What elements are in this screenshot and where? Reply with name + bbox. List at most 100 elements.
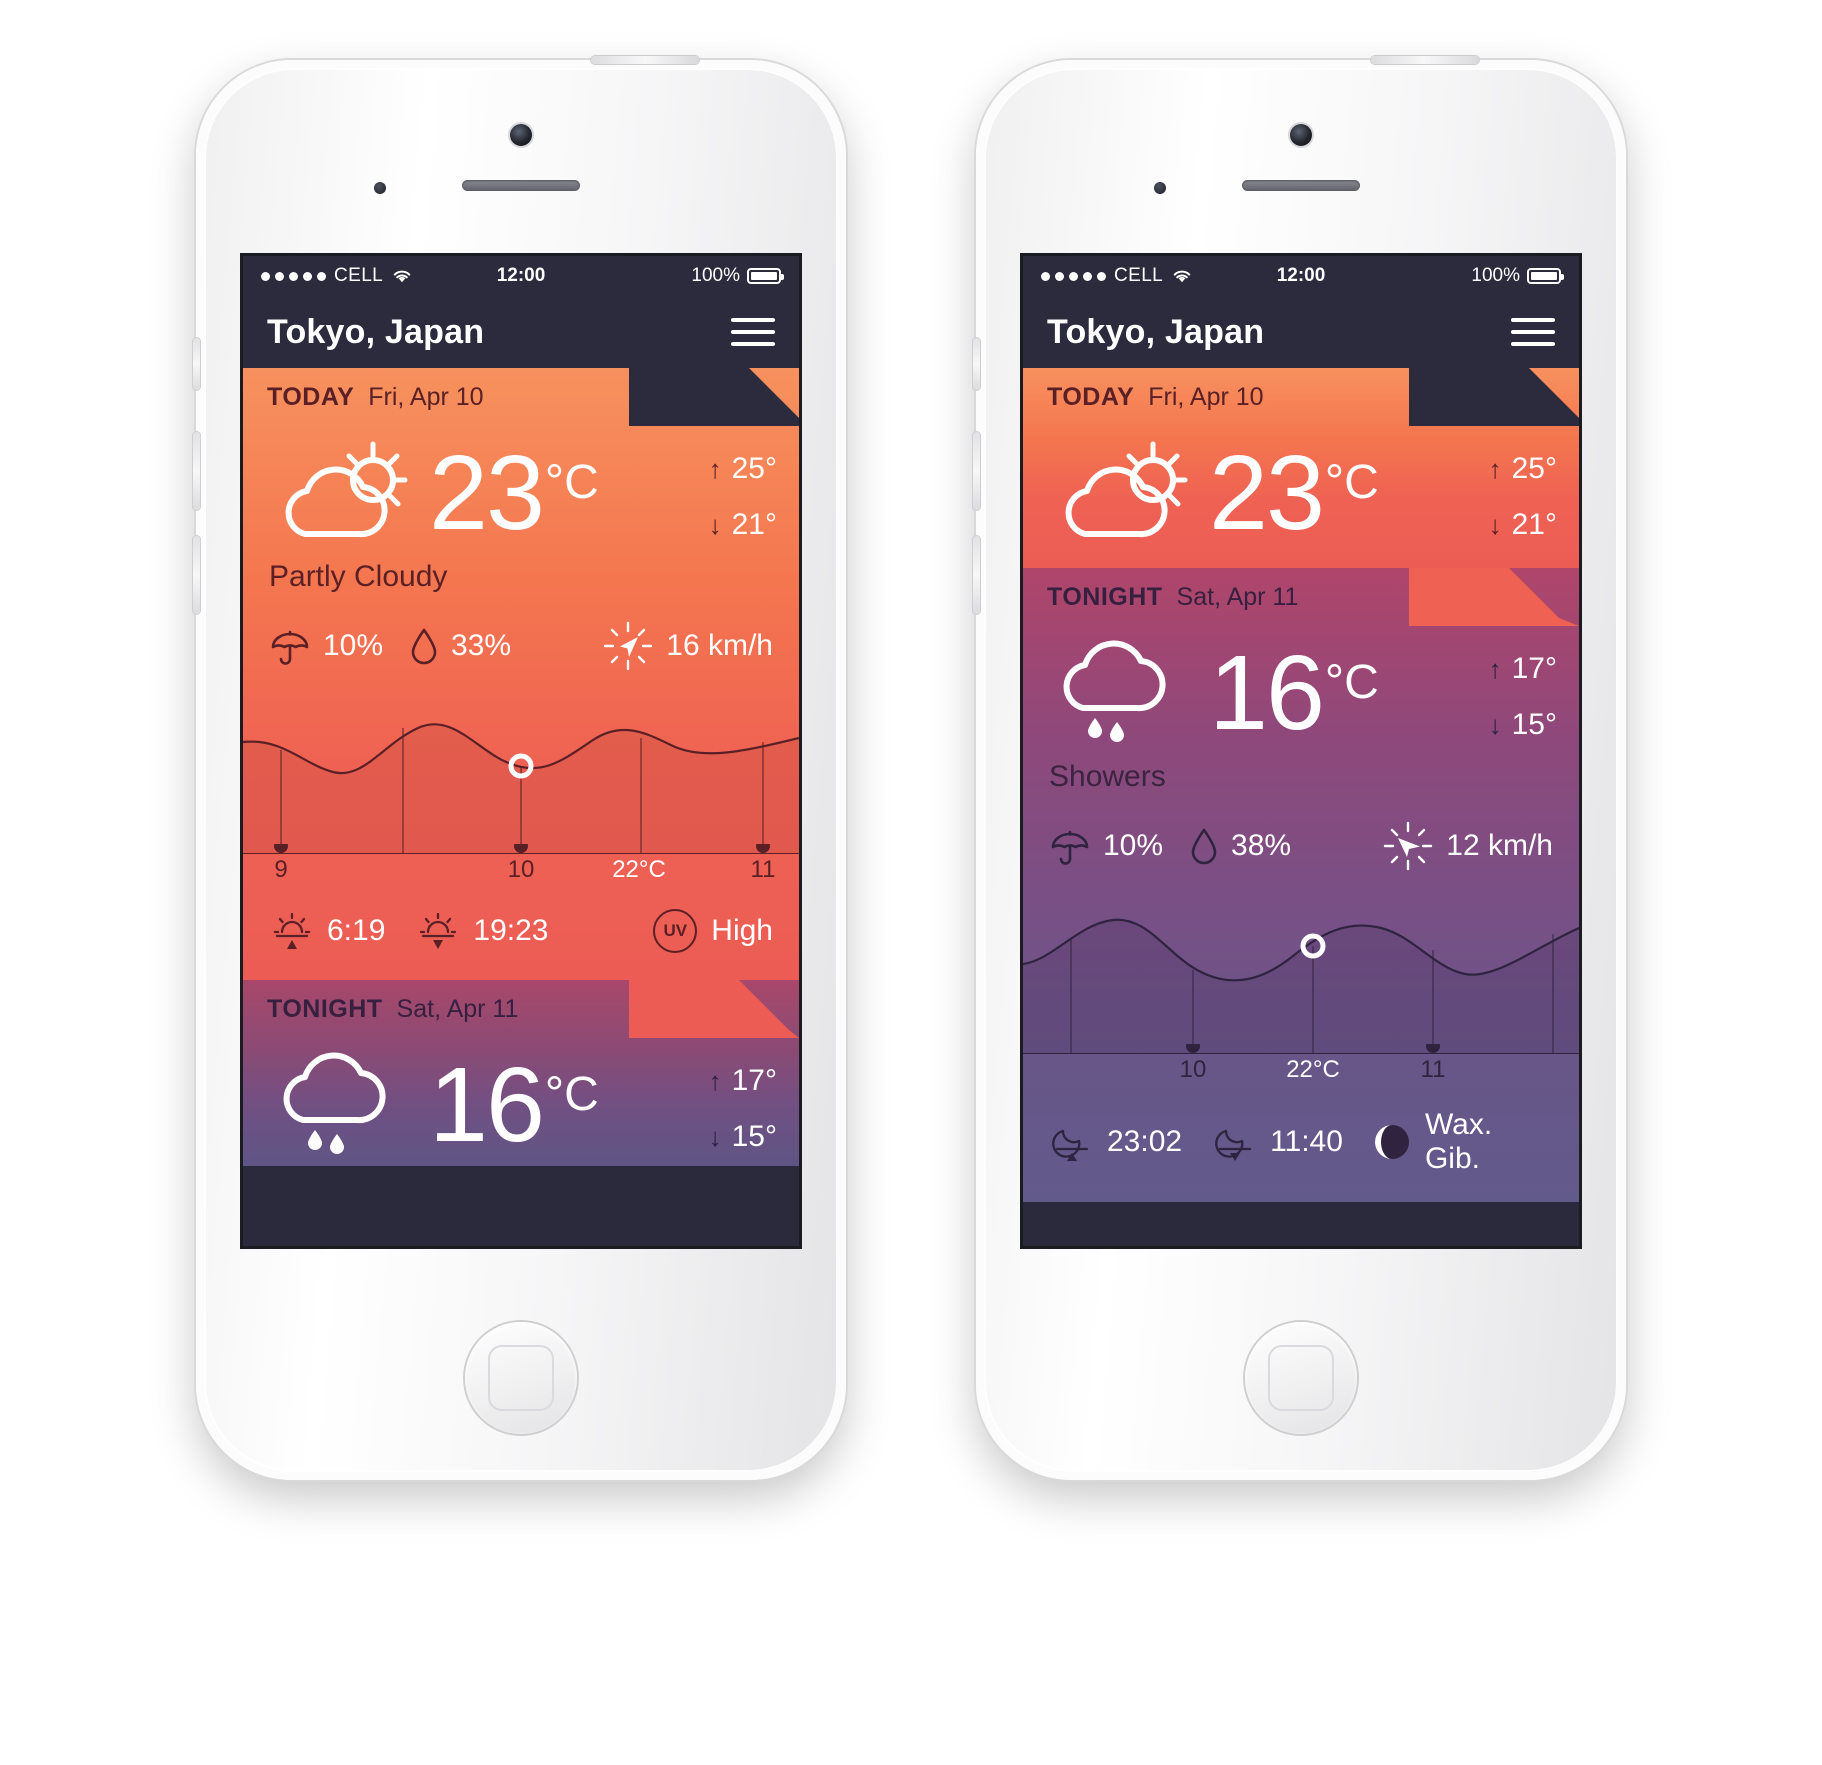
tonight-humidity-value: 38% <box>1231 829 1292 862</box>
volume-down-button[interactable] <box>193 536 200 614</box>
tonight-high-low: ↑ 17° ↓ 15° <box>1489 646 1557 742</box>
screen-left: CELL 12:00 100% Tokyo, Japan TODAY Fri, … <box>243 256 799 1246</box>
water-drop-icon <box>1191 828 1217 865</box>
tonight-reading: 16 °C ↑ 17° ↓ 15° <box>243 1038 799 1166</box>
today-reading: 23 °C ↑ 25° ↓ 21° <box>1023 426 1579 568</box>
today-sun-row: 6:19 19:23 UV High <box>243 898 799 980</box>
today-low-row: ↓ 21° <box>709 508 777 542</box>
tonight-high-row: ↑ 17° <box>1489 652 1557 686</box>
power-button[interactable] <box>1371 56 1479 64</box>
tonight-stats-row: 10% 38% 12 km/h <box>1023 794 1579 872</box>
tonight-temp-value: 16 <box>429 1046 545 1165</box>
status-bar: CELL 12:00 100% <box>243 256 799 296</box>
arrow-up-icon: ↑ <box>708 453 722 484</box>
today-condition: Partly Cloudy <box>269 560 448 593</box>
today-high-value: 25° <box>1511 452 1557 485</box>
today-precip-stat: 10% <box>269 625 383 667</box>
today-chart-axis: 9 10 22°C 11 <box>243 854 799 898</box>
today-humidity-stat: 33% <box>409 625 511 667</box>
today-card[interactable]: TODAY Fri, Apr 10 23 °C ↑ 25° ↓ 21° Part… <box>243 368 799 980</box>
nav-bar: Tokyo, Japan <box>1023 296 1579 368</box>
sun-behind-cloud-icon <box>285 441 408 538</box>
proximity-sensor-icon <box>1154 182 1166 194</box>
hamburger-icon[interactable] <box>1511 318 1555 346</box>
today-tab[interactable]: TODAY Fri, Apr 10 <box>1023 368 1579 426</box>
forecast-cards: TODAY Fri, Apr 10 <box>243 368 799 1166</box>
moon-phase-item: Wax. Gib. <box>1373 1108 1553 1176</box>
today-date: Fri, Apr 10 <box>368 382 484 411</box>
volume-up-button[interactable] <box>973 432 980 510</box>
tonight-temperature: 16 °C <box>1209 640 1379 745</box>
tonight-tab-notch <box>1409 568 1579 626</box>
tonight-tab[interactable]: TONIGHT Sat, Apr 11 <box>243 980 799 1038</box>
rain-cloud-icon <box>1063 640 1166 742</box>
sunrise-icon <box>273 912 311 949</box>
axis-tick-1: 22°C <box>1286 1056 1340 1083</box>
iphone-right: CELL 12:00 100% Tokyo, Japan TODAY Fri, … <box>973 56 1626 1480</box>
clock-label: 12:00 <box>1276 265 1326 286</box>
axis-tick-2: 11 <box>1420 1056 1446 1083</box>
today-card-collapsed[interactable]: TODAY Fri, Apr 10 23 °C ↑ 25° ↓ 21° <box>1023 368 1579 568</box>
today-low-value: 21° <box>731 508 777 541</box>
tonight-high-value: 17° <box>1511 652 1557 685</box>
today-date: Fri, Apr 10 <box>1148 382 1264 411</box>
screen-right: CELL 12:00 100% Tokyo, Japan TODAY Fri, … <box>1023 256 1579 1246</box>
tonight-reading: 16 °C ↑ 17° ↓ 15° <box>1023 626 1579 754</box>
waxing-gibbous-icon <box>1374 1125 1409 1159</box>
wifi-icon <box>1171 268 1193 284</box>
tonight-tab-notch <box>629 980 799 1038</box>
nav-bar: Tokyo, Japan <box>243 296 799 368</box>
forecast-cards: TODAY Fri, Apr 10 <box>1023 368 1579 1202</box>
iphone-left: CELL 12:00 100% Tokyo, Japan TODAY Fri, … <box>193 56 846 1480</box>
status-bar-right: 100% <box>691 265 784 287</box>
arrow-down-icon: ↓ <box>708 1121 722 1152</box>
power-button[interactable] <box>591 56 699 64</box>
tab-notch <box>1409 368 1579 426</box>
tonight-date: Sat, Apr 11 <box>396 994 519 1023</box>
today-temp-chart[interactable] <box>243 694 799 854</box>
wifi-icon <box>391 268 413 284</box>
axis-tick-3: 11 <box>750 856 776 883</box>
tonight-temp-chart[interactable] <box>1023 894 1579 1054</box>
status-bar: CELL 12:00 100% <box>1023 256 1579 296</box>
today-low-row: ↓ 21° <box>1489 508 1557 542</box>
mute-switch[interactable] <box>193 338 200 390</box>
axis-tick-0: 10 <box>1179 1056 1207 1083</box>
volume-up-button[interactable] <box>193 432 200 510</box>
arrow-down-icon: ↓ <box>1488 509 1502 540</box>
hamburger-icon[interactable] <box>731 318 775 346</box>
sunrise-item: 6:19 <box>269 908 385 954</box>
today-temp-value: 23 <box>429 434 545 553</box>
mute-switch[interactable] <box>973 338 980 390</box>
tab-notch <box>629 368 799 426</box>
volume-down-button[interactable] <box>973 536 980 614</box>
front-camera-icon <box>1290 124 1312 146</box>
moonrise-item: 23:02 <box>1049 1119 1182 1165</box>
tonight-card[interactable]: TONIGHT Sat, Apr 11 16 °C ↑ 17° ↓ 15° <box>243 980 799 1166</box>
proximity-sensor-icon <box>374 182 386 194</box>
page-title: Tokyo, Japan <box>1047 312 1265 351</box>
today-humidity-value: 33% <box>451 629 512 662</box>
home-button[interactable] <box>1245 1322 1357 1434</box>
earpiece-speaker <box>462 180 580 191</box>
tonight-card-expanded[interactable]: TONIGHT Sat, Apr 11 16 °C ↑ 17° ↓ 15° Sh… <box>1023 568 1579 1202</box>
sun-behind-cloud-icon <box>1065 441 1188 538</box>
uv-badge-icon: UV <box>653 909 698 953</box>
tonight-moon-row: 23:02 11:40 Wax. Gib. <box>1023 1098 1579 1202</box>
tonight-wind-stat: 12 km/h <box>1382 820 1553 872</box>
mockup-stage: CELL 12:00 100% Tokyo, Japan TODAY Fri, … <box>0 0 1822 1480</box>
tonight-condition: Showers <box>1049 760 1166 793</box>
today-tab[interactable]: TODAY Fri, Apr 10 <box>243 368 799 426</box>
page-title: Tokyo, Japan <box>267 312 485 351</box>
today-low-value: 21° <box>1511 508 1557 541</box>
today-high-value: 25° <box>731 452 777 485</box>
tonight-precip-value: 10% <box>1103 829 1164 862</box>
moonrise-time: 23:02 <box>1107 1125 1183 1158</box>
today-temp-value: 23 <box>1209 434 1325 553</box>
tonight-humidity-stat: 38% <box>1189 825 1291 867</box>
today-precip-value: 10% <box>323 629 384 662</box>
home-button[interactable] <box>465 1322 577 1434</box>
tonight-high-low: ↑ 17° ↓ 15° <box>709 1058 777 1154</box>
arrow-up-icon: ↑ <box>708 1065 722 1096</box>
tonight-tab[interactable]: TONIGHT Sat, Apr 11 <box>1023 568 1579 626</box>
